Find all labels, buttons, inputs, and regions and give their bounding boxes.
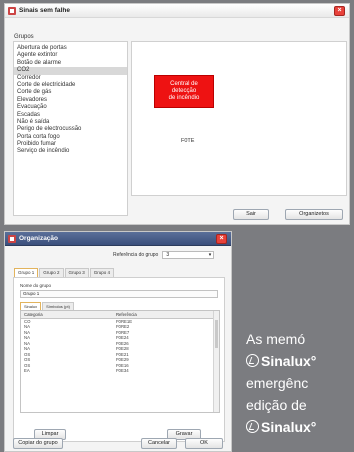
cell-category: EA xyxy=(24,368,30,373)
group-tabs: Grupo 1 Grupo 2 Grupo 3 Grupo 4 xyxy=(14,268,115,277)
table-scrollbar[interactable] xyxy=(213,311,219,412)
fire-detection-sign[interactable]: Central de detecção de incêndio xyxy=(154,75,214,108)
cell-reference: F0E34 xyxy=(115,368,129,373)
ok-button[interactable]: OK xyxy=(185,438,223,449)
list-item[interactable]: Evacuação xyxy=(14,104,127,111)
brand-suffix: ° xyxy=(310,353,317,369)
list-item[interactable]: Serviço de incêndio xyxy=(14,148,127,155)
brand-line: Sinalux° xyxy=(246,350,354,372)
table-row[interactable]: EA F0E34 xyxy=(21,368,214,374)
signs-table[interactable]: Categoria Referência CO F0RE1E NA F0RE2 NA… xyxy=(20,310,220,413)
description-text: As memó Sinalux° emergênc edição de Sina… xyxy=(246,328,354,452)
organization-window-title: Organização xyxy=(19,235,59,242)
cancel-button[interactable]: Cancelar xyxy=(141,438,177,449)
list-item[interactable]: Corte de electricidade xyxy=(14,82,127,89)
sign-code-label: F0TE xyxy=(181,138,195,144)
list-item[interactable]: Elevadores xyxy=(14,97,127,104)
list-item[interactable]: Perigo de electrocussão xyxy=(14,126,127,133)
list-item-selected[interactable]: CO2 xyxy=(14,67,127,75)
description-line: edição de xyxy=(246,397,307,413)
app-icon xyxy=(8,6,16,15)
sign-text-line: Central de xyxy=(170,81,198,87)
sign-preview[interactable]: Central de detecção de incêndio F0TE xyxy=(131,41,347,196)
group-tab-panel: Nome do grupo Grupo 1 Sinalux Símbolos (… xyxy=(13,277,225,442)
column-header[interactable]: Referência xyxy=(112,311,214,319)
group-reference-row: Referência do grupo 3 xyxy=(113,251,215,259)
exit-button[interactable]: Sair xyxy=(233,209,269,220)
groups-label: Grupos xyxy=(14,34,34,40)
organize-button[interactable]: Organizetos xyxy=(285,209,343,220)
column-header[interactable]: Categoria xyxy=(21,311,113,319)
sign-text-line: detecção xyxy=(171,88,197,94)
tab-group-2[interactable]: Grupo 2 xyxy=(39,268,64,277)
copy-group-button[interactable]: Copiar do grupo xyxy=(13,438,63,449)
close-icon[interactable]: × xyxy=(334,6,345,16)
signs-window-title: Sinais sem falhe xyxy=(19,7,70,14)
list-item[interactable]: Corredor xyxy=(14,75,127,82)
description-line: emergênc xyxy=(246,375,309,391)
organization-window-titlebar[interactable]: Organização × xyxy=(5,232,231,246)
list-item[interactable]: Abertura de portas xyxy=(14,45,127,52)
tab-group-1[interactable]: Grupo 1 xyxy=(14,268,39,277)
brand-name: Sinalux xyxy=(261,419,311,435)
sign-text-line: de incêndio xyxy=(168,95,200,101)
brand-line: Sinalux° xyxy=(246,416,354,438)
list-item[interactable]: Proibido fumar xyxy=(14,141,127,148)
brand-name: Sinalux xyxy=(261,353,311,369)
list-item[interactable]: Porta corta fogo xyxy=(14,134,127,141)
list-item[interactable]: Botão de alarme xyxy=(14,60,127,67)
signs-window-titlebar[interactable]: Sinais sem falhe × xyxy=(5,4,349,18)
description-line: As memó xyxy=(246,331,306,347)
organization-window: Organização × Referência do grupo 3 Grup… xyxy=(4,231,232,452)
scrollbar-thumb[interactable] xyxy=(215,320,218,348)
brand-suffix: ° xyxy=(310,419,317,435)
group-reference-label: Referência do grupo xyxy=(113,252,159,258)
list-item[interactable]: Não é saída xyxy=(14,119,127,126)
sinalux-logo-icon xyxy=(246,354,259,367)
list-item[interactable]: Escadas xyxy=(14,112,127,119)
app-icon xyxy=(8,234,16,243)
group-reference-select[interactable]: 3 xyxy=(162,251,215,259)
tab-sinalux[interactable]: Sinalux xyxy=(20,302,42,310)
list-item[interactable]: Corte de gás xyxy=(14,89,127,96)
group-name-label: Nome do grupo xyxy=(20,283,52,288)
table-header-row: Categoria Referência xyxy=(21,311,214,319)
signs-window: Sinais sem falhe × Grupos Abertura de po… xyxy=(4,3,350,225)
tab-symbols[interactable]: Símbolos (pt) xyxy=(42,302,74,310)
source-tabs: Sinalux Símbolos (pt) xyxy=(20,302,75,310)
close-icon[interactable]: × xyxy=(216,234,227,244)
groups-list[interactable]: Abertura de portas Agente extintor Botão… xyxy=(13,41,128,216)
list-item[interactable]: Agente extintor xyxy=(14,52,127,59)
tab-group-3[interactable]: Grupo 3 xyxy=(64,268,89,277)
sinalux-logo-icon xyxy=(246,420,259,433)
group-name-field[interactable]: Grupo 1 xyxy=(20,290,218,298)
tab-group-4[interactable]: Grupo 4 xyxy=(89,268,115,277)
